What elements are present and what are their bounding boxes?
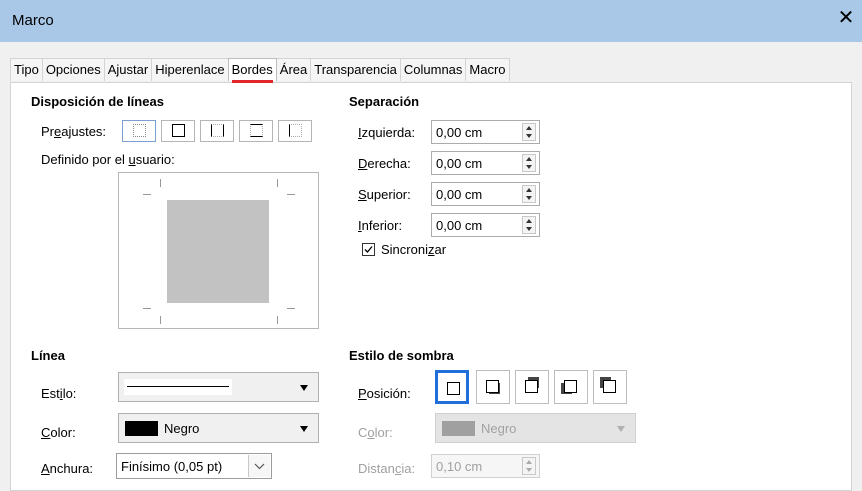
preset-all-borders-icon[interactable] <box>161 120 195 142</box>
shadow-color-dropdown[interactable]: Negro <box>435 413 636 443</box>
line-width-combobox[interactable]: Finísimo (0,05 pt) <box>116 453 272 479</box>
preset-top-bottom-icon[interactable] <box>239 120 273 142</box>
shadow-distance-label: Distancia: <box>358 461 416 476</box>
tab-opciones[interactable]: Opciones <box>41 58 105 81</box>
preset-none-icon[interactable] <box>122 120 156 142</box>
line-color-value: Negro <box>164 421 200 436</box>
tab-tipo[interactable]: Tipo <box>10 58 43 81</box>
spin-arrows-icon[interactable] <box>522 457 536 475</box>
spacing-bottom-label: Inferior: <box>358 218 403 233</box>
corner-mark <box>287 308 295 309</box>
spin-arrows-icon[interactable] <box>522 154 536 172</box>
preset-left-only-icon[interactable] <box>278 120 312 142</box>
shadow-position-label: Posición: <box>358 386 411 401</box>
shadow-color-label: Color: <box>358 425 393 440</box>
color-swatch-black <box>125 421 158 436</box>
spacing-left-field[interactable]: 0,00 cm <box>431 120 540 144</box>
border-preview-frame <box>167 200 269 303</box>
line-arrangement-heading: Disposición de líneas <box>31 94 164 109</box>
corner-mark <box>160 316 161 324</box>
checkmark-icon <box>364 246 373 253</box>
chevron-down-icon <box>300 426 308 432</box>
spacing-right-label: Derecha: <box>358 156 411 171</box>
border-preview-area[interactable] <box>118 172 319 329</box>
tab-columnas[interactable]: Columnas <box>399 58 467 81</box>
preset-left-right-icon[interactable] <box>200 120 234 142</box>
spin-arrows-icon[interactable] <box>522 123 536 141</box>
spin-arrows-icon[interactable] <box>522 216 536 234</box>
shadow-bottom-right-icon[interactable] <box>476 370 510 404</box>
line-color-dropdown[interactable]: Negro <box>118 413 319 443</box>
corner-mark <box>160 179 161 187</box>
shadow-heading: Estilo de sombra <box>349 348 454 363</box>
tab-bordes[interactable]: Bordes <box>227 58 277 83</box>
tab-transparencia[interactable]: Transparencia <box>310 58 401 81</box>
tab-hiperenlace[interactable]: Hiperenlace <box>151 58 229 81</box>
tab-ajustar[interactable]: Ajustar <box>103 58 153 81</box>
line-width-label: Anchura: <box>41 461 94 476</box>
close-icon[interactable]: ✕ <box>836 8 856 28</box>
corner-mark <box>277 179 278 187</box>
spin-arrows-icon[interactable] <box>522 185 536 203</box>
window-title: Marco <box>12 12 54 29</box>
shadow-distance-field[interactable]: 0,10 cm <box>431 454 540 478</box>
tab-macro[interactable]: Macro <box>465 58 510 81</box>
corner-mark <box>143 194 151 195</box>
spacing-heading: Separación <box>349 94 420 109</box>
spacing-bottom-field[interactable]: 0,00 cm <box>431 213 540 237</box>
no-shadow-icon[interactable] <box>435 370 469 404</box>
sync-checkbox[interactable] <box>362 243 375 256</box>
spacing-top-field[interactable]: 0,00 cm <box>431 182 540 206</box>
line-width-value: Finísimo (0,05 pt) <box>121 459 223 474</box>
spacing-left-label: Izquierda: <box>358 125 416 140</box>
title-bar: Marco ✕ <box>0 0 862 42</box>
corner-mark <box>143 308 151 309</box>
line-style-preview <box>124 379 232 395</box>
chevron-down-icon <box>617 426 625 432</box>
tab-bar: Tipo Opciones Ajustar Hiperenlace Bordes… <box>10 58 510 83</box>
shadow-top-right-icon[interactable] <box>515 370 549 404</box>
line-color-label: Color: <box>41 425 76 440</box>
chevron-down-icon <box>300 385 308 391</box>
shadow-color-value: Negro <box>481 421 517 436</box>
user-defined-label: Definido por el usuario: <box>41 152 175 167</box>
spacing-top-label: Superior: <box>358 187 411 202</box>
spacing-right-field[interactable]: 0,00 cm <box>431 151 540 175</box>
corner-mark <box>287 194 295 195</box>
line-style-label: Estilo: <box>41 386 77 401</box>
corner-mark <box>277 316 278 324</box>
line-heading: Línea <box>31 348 65 363</box>
color-swatch-gray <box>442 421 475 436</box>
sync-label: Sincronizar <box>381 242 447 257</box>
shadow-top-left-icon[interactable] <box>593 370 627 404</box>
tab-area[interactable]: Área <box>275 58 312 81</box>
shadow-bottom-left-icon[interactable] <box>554 370 588 404</box>
presets-label: Preajustes: <box>41 124 107 139</box>
line-style-dropdown[interactable] <box>118 372 319 402</box>
chevron-down-icon[interactable] <box>248 455 270 477</box>
